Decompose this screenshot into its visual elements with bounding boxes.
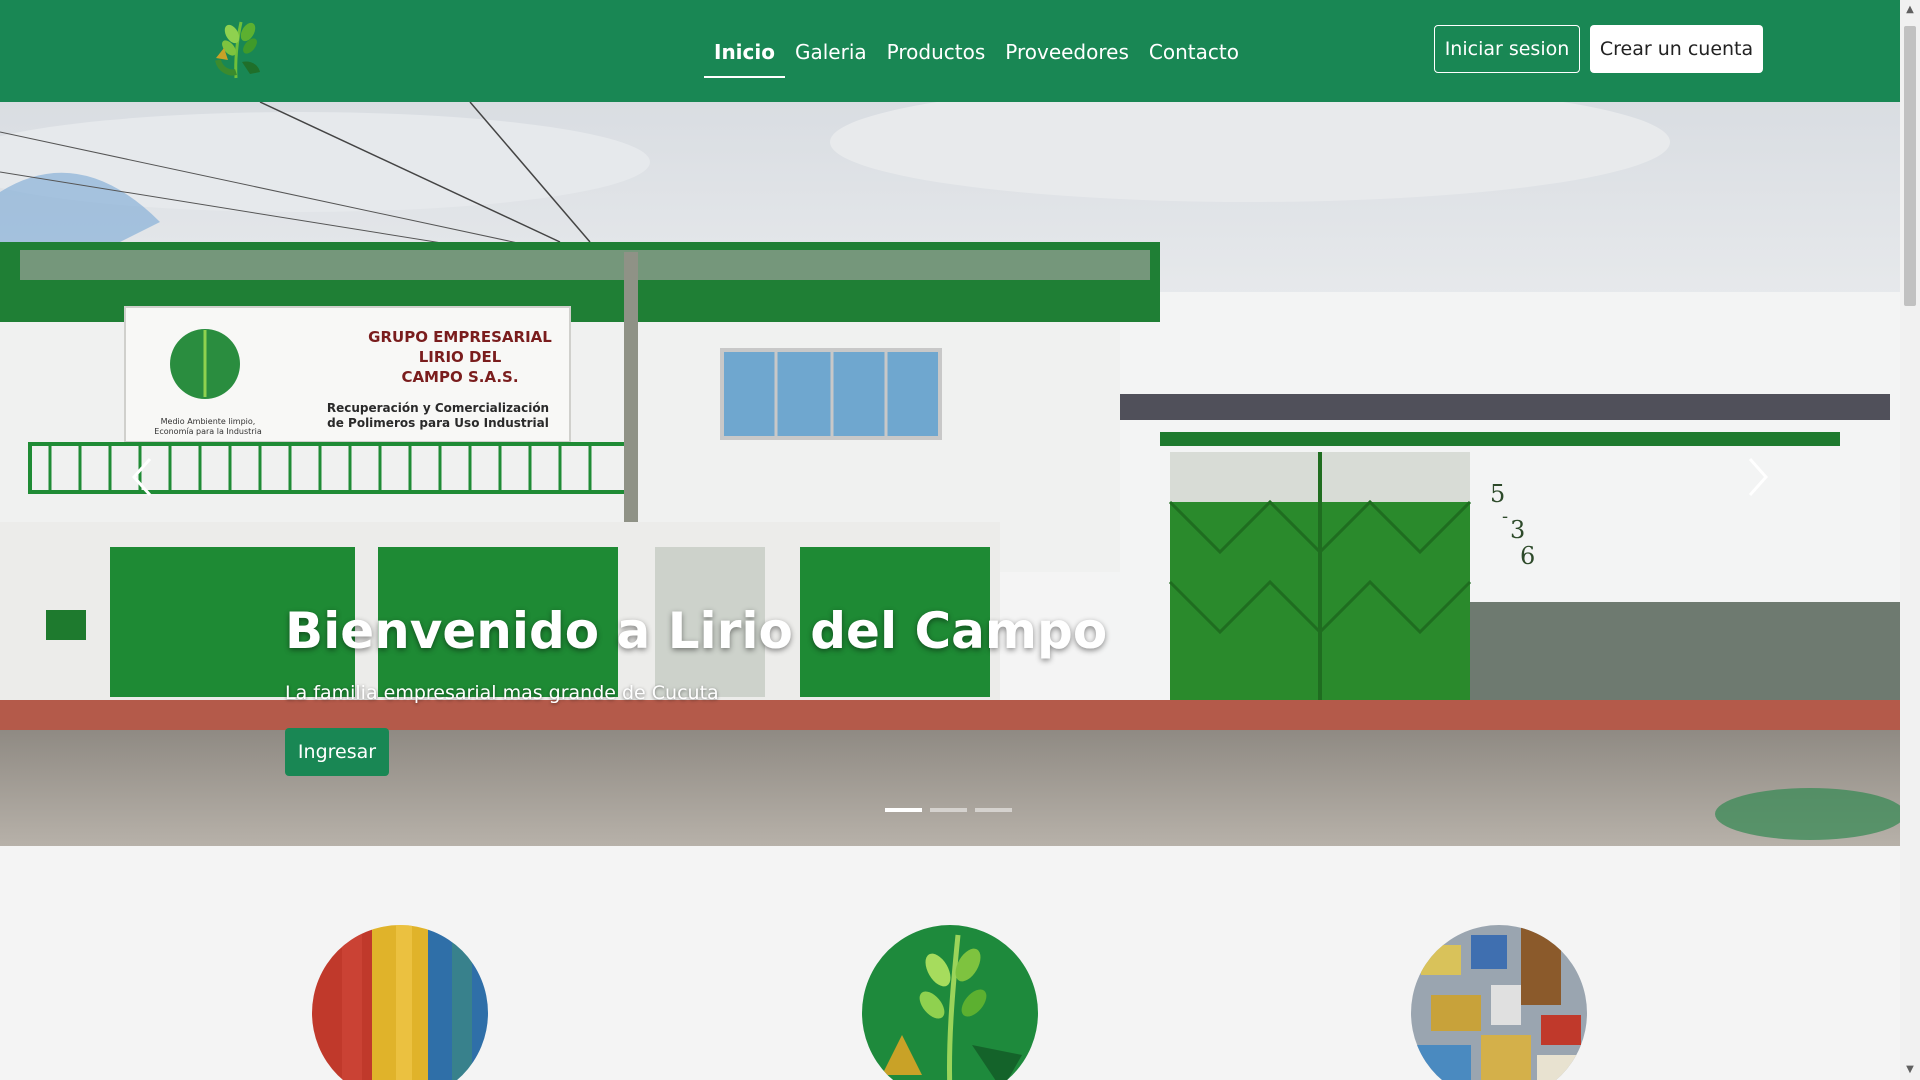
carousel-indicator-2[interactable]: [930, 808, 967, 812]
sign-motto-line-2: Economía para la Industria: [154, 427, 262, 436]
feature-image-pellets[interactable]: [312, 925, 488, 1080]
carousel-next-button[interactable]: [1738, 442, 1778, 512]
scroll-up-icon[interactable]: ▲: [1904, 4, 1916, 16]
sign-motto-line-1: Medio Ambiente limpio,: [161, 417, 256, 426]
address-digit-3: 3: [1510, 516, 1525, 544]
colored-plastic-pellets-image: [312, 925, 488, 1080]
nav-link-proveedores[interactable]: Proveedores: [995, 28, 1139, 76]
scrollbar-thumb[interactable]: [1904, 26, 1916, 306]
main-nav: Inicio Galeria Productos Proveedores Con…: [704, 28, 1249, 78]
hero-subtitle: La familia empresarial mas grande de Cuc…: [285, 682, 719, 704]
ingresar-button[interactable]: Ingresar: [285, 728, 389, 776]
carousel-indicator-3[interactable]: [975, 808, 1012, 812]
carousel-prev-button[interactable]: [122, 442, 162, 512]
scroll-down-icon[interactable]: ▼: [1904, 1064, 1916, 1076]
sign-sub-line-1: Recuperación y Comercialización: [327, 401, 549, 415]
sign-sub-line-2: de Polimeros para Uso Industrial: [327, 416, 549, 430]
hero-carousel: 5 - 3 6 GRUPO EMPRESARIAL LIRIO DEL CAMP…: [0, 102, 1900, 846]
nav-link-inicio[interactable]: Inicio: [704, 28, 785, 78]
page-scrollbar[interactable]: ▲ ▼: [1900, 0, 1920, 1080]
chevron-right-icon: [1748, 458, 1769, 496]
sign-title-line-2: LIRIO DEL: [419, 348, 502, 366]
chevron-left-icon: [131, 458, 152, 496]
hero-title: Bienvenido a Lirio del Campo: [285, 602, 1108, 660]
carousel-indicator-1[interactable]: [885, 808, 922, 812]
address-digit-1: 5: [1490, 480, 1505, 508]
nav-link-contacto[interactable]: Contacto: [1139, 28, 1249, 76]
nav-link-productos[interactable]: Productos: [877, 28, 996, 76]
login-button[interactable]: Iniciar sesion: [1434, 25, 1580, 73]
signup-button[interactable]: Crear un cuenta: [1590, 25, 1763, 73]
sign-title-line-3: CAMPO S.A.S.: [401, 368, 518, 386]
nav-link-galeria[interactable]: Galeria: [785, 28, 877, 76]
navbar: Inicio Galeria Productos Proveedores Con…: [0, 0, 1900, 102]
sign-title-line-1: GRUPO EMPRESARIAL: [368, 328, 552, 346]
address-digit-2: -: [1502, 506, 1508, 527]
carousel-indicators: [885, 808, 1012, 812]
leaf-recycle-logo-image: [862, 925, 1038, 1080]
feature-image-bales[interactable]: [1411, 925, 1587, 1080]
baled-plastic-waste-image: [1411, 925, 1587, 1080]
feature-image-logo[interactable]: [862, 925, 1038, 1080]
address-digit-4: 6: [1520, 542, 1535, 570]
brand-logo-icon[interactable]: [206, 16, 270, 82]
